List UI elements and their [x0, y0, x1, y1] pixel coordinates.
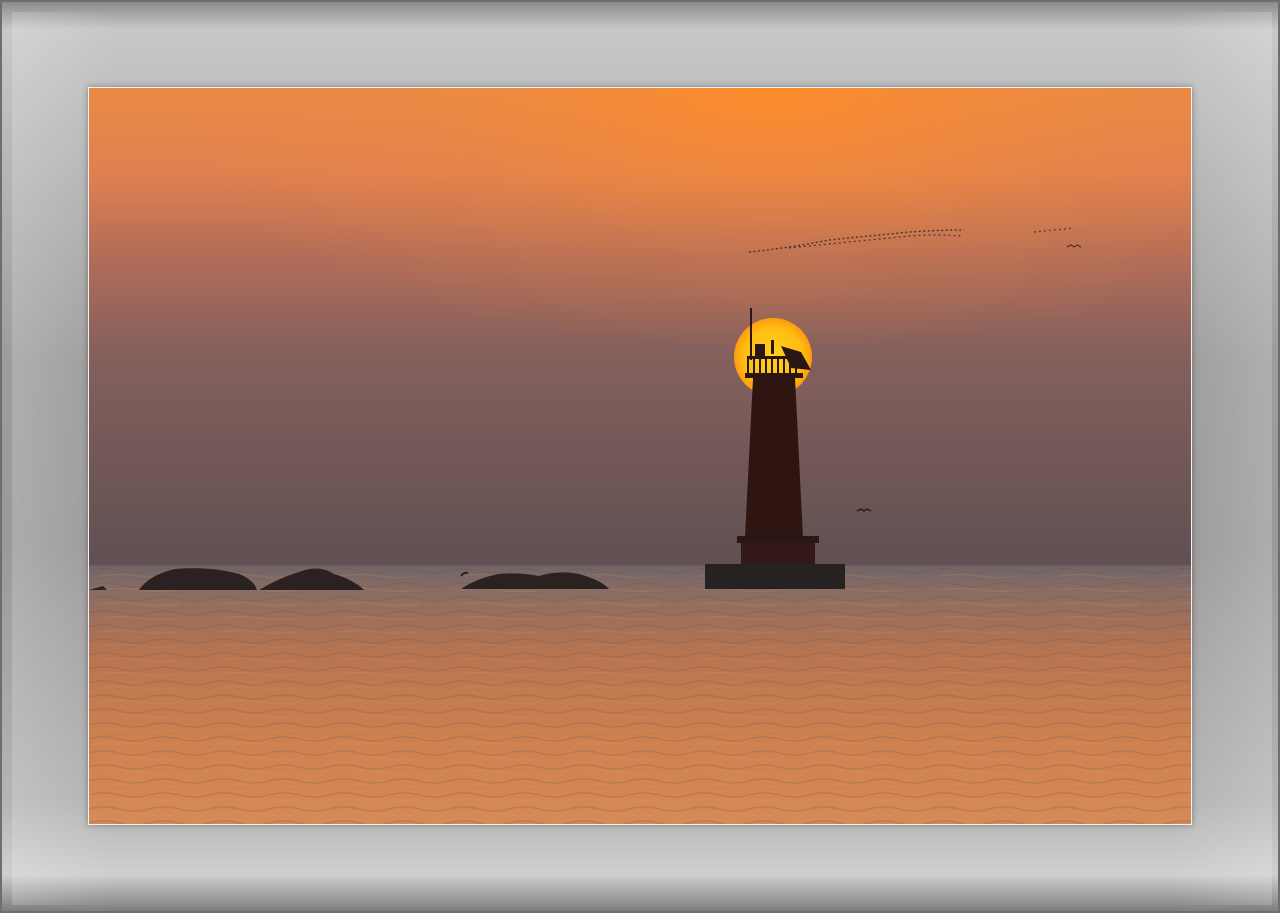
photo [88, 87, 1192, 825]
sea-ripples [89, 564, 1191, 824]
sunset-lighthouse-scene [89, 88, 1191, 824]
sky-glow [89, 88, 1191, 566]
